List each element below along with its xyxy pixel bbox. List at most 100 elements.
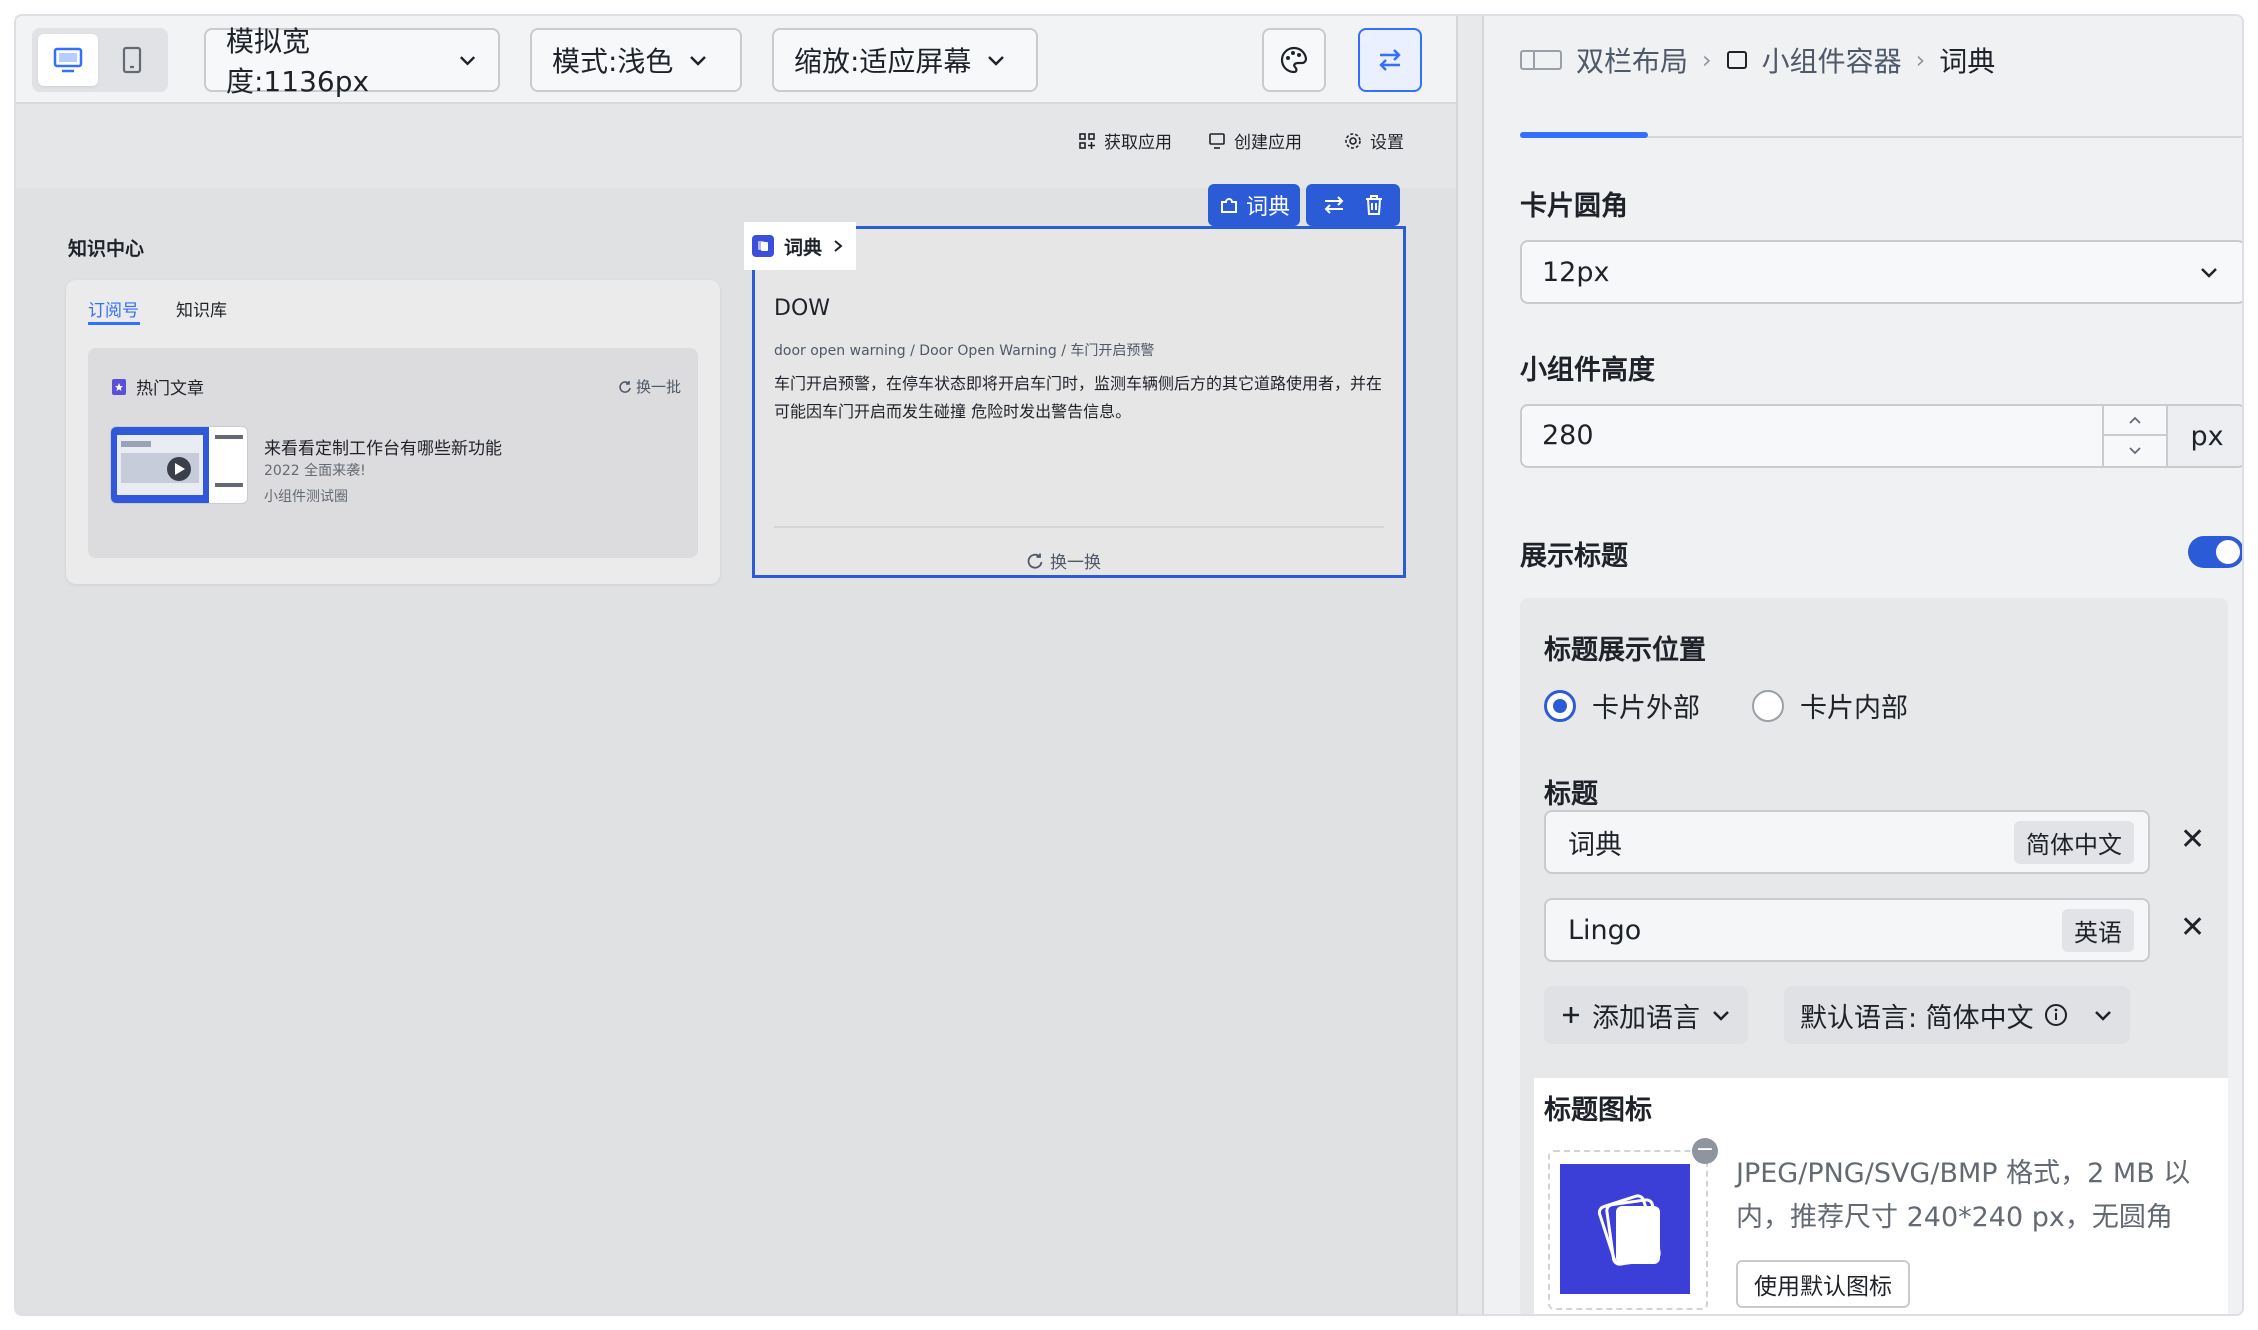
radio-inside-card[interactable]: 卡片内部 [1752,686,1908,725]
width-dropdown[interactable]: 模拟宽度:1136px [204,25,500,98]
corner-radius-value: 12px [1542,256,1610,288]
chevron-right-icon: › [1915,46,1926,74]
get-app-link[interactable]: 获取应用 [1078,128,1172,153]
language-tag-zh: 简体中文 [2014,820,2134,864]
close-icon[interactable]: ✕ [2180,910,2205,945]
increment-button[interactable] [2104,406,2166,436]
settings-link[interactable]: 设置 [1344,128,1404,153]
theme-button[interactable] [1262,28,1326,92]
chevron-right-icon: › [1702,46,1712,74]
properties-panel: 双栏布局 › 小组件容器 › 词典 卡片圆角 12px 小组件高度 280 px… [1484,16,2242,1314]
dictionary-icon [1560,1164,1690,1294]
corner-radius-label: 卡片圆角 [1520,191,1628,222]
editor-toolbar: 模拟宽度:1136px 模式:浅色 缩放:适应屏幕 [16,16,1456,104]
swap-panel-button[interactable] [1358,28,1422,92]
refresh-icon [1027,553,1043,569]
widget-height-input[interactable]: 280 px [1520,404,2242,468]
height-unit: px [2166,406,2242,466]
get-app-label: 获取应用 [1104,133,1172,153]
chevron-down-icon [2094,1011,2111,1021]
default-language-select[interactable]: 默认语言: 简体中文 [1784,986,2130,1044]
mobile-view-button[interactable] [102,34,162,86]
radio-selected-icon [1544,689,1576,722]
dictionary-tag-label: 词典 [784,236,823,259]
apps-icon [1079,132,1095,149]
radio-unselected-icon [1752,689,1784,722]
tab-knowledge-base[interactable]: 知识库 [176,296,227,321]
title-icon-label: 标题图标 [1544,1095,1652,1126]
chevron-down-icon [459,56,476,66]
info-icon[interactable] [2044,1003,2068,1027]
height-stepper [2102,406,2166,466]
article-title[interactable]: 来看看定制工作台有哪些新功能 [264,434,502,459]
width-dropdown-label: 模拟宽度:1136px [226,25,370,98]
desktop-view-button[interactable] [38,34,98,86]
title-label: 标题 [1544,779,1598,810]
default-language-label: 默认语言: 简体中文 [1800,1002,2034,1034]
article-subtitle: 2022 全面来袭! [264,463,366,479]
show-title-toggle[interactable] [2188,536,2242,568]
zoom-dropdown[interactable]: 缩放:适应屏幕 [772,28,1038,92]
add-language-label: 添加语言 [1592,1002,1700,1034]
panel-splitter[interactable] [1456,16,1484,1314]
dictionary-divider [774,526,1384,528]
title-zh-value[interactable]: 词典 [1568,823,1622,862]
remove-icon-button[interactable]: − [1692,1138,1718,1164]
dictionary-logo-icon [752,235,774,257]
desktop-icon [53,47,83,73]
tab-active-indicator [88,322,140,325]
settings-label: 设置 [1370,133,1404,153]
widget-height-value[interactable]: 280 [1542,420,1594,451]
widget-name-label: 词典 [1246,195,1291,220]
dictionary-expansion: door open warning / Door Open Warning / … [774,343,1155,359]
title-en-value[interactable]: Lingo [1568,915,1641,946]
use-default-icon-button[interactable]: 使用默认图标 [1736,1260,1910,1308]
corner-radius-select[interactable]: 12px [1520,240,2242,304]
title-input-en[interactable]: Lingo 英语 [1544,898,2150,962]
mode-dropdown[interactable]: 模式:浅色 [530,28,742,92]
dictionary-definition: 车门开启预警，在停车状态即将开启车门时，监测车辆侧后方的其它道路使用者，并在可能… [774,374,1383,421]
decrement-button[interactable] [2104,436,2166,466]
puzzle-icon [1221,198,1237,213]
hot-articles-title: 热门文章 [136,379,204,399]
chevron-right-icon [834,240,843,252]
widget-name-button[interactable]: 词典 [1208,184,1301,226]
breadcrumb: 双栏布局 › 小组件容器 › 词典 [1520,40,1995,80]
hot-refresh-button[interactable]: 换一批 [618,376,681,397]
create-app-link[interactable]: 创建应用 [1208,128,1302,153]
trash-icon[interactable] [1364,194,1384,216]
widget-container-icon [1726,51,1747,69]
add-language-button[interactable]: 添加语言 [1544,986,1748,1044]
breadcrumb-item-layout[interactable]: 双栏布局 [1576,40,1688,80]
dictionary-refresh-button[interactable]: 换一换 [1026,548,1101,573]
editor-area: 模拟宽度:1136px 模式:浅色 缩放:适应屏幕 获取应用 创建应用 设置 知… [16,16,1456,1314]
swap-icon[interactable] [1322,194,1346,216]
dictionary-widget-tag[interactable]: 词典 [744,222,856,270]
chevron-down-icon [2129,447,2141,455]
breadcrumb-item-current: 词典 [1939,45,1996,78]
plus-icon [1563,1007,1579,1023]
tab-subscriptions[interactable]: 订阅号 [88,296,139,321]
title-input-zh[interactable]: 词典 简体中文 [1544,810,2150,874]
chevron-down-icon [690,56,707,66]
use-default-icon-label: 使用默认图标 [1754,1274,1892,1300]
swap-icon [1379,49,1401,71]
close-icon[interactable]: ✕ [2180,822,2205,857]
widget-height-label: 小组件高度 [1520,355,1655,386]
breadcrumb-item-container[interactable]: 小组件容器 [1762,40,1902,80]
gear-icon [1345,132,1361,149]
dictionary-refresh-label: 换一换 [1050,553,1101,573]
title-position-label: 标题展示位置 [1544,635,1706,666]
mode-dropdown-label: 模式:浅色 [552,45,674,78]
radio-outside-label: 卡片外部 [1592,693,1700,724]
monitor-icon [1209,132,1225,149]
article-thumbnail[interactable] [110,426,248,504]
radio-outside-card[interactable]: 卡片外部 [1544,686,1700,725]
refresh-icon [619,380,631,393]
chevron-down-icon [988,56,1005,66]
create-app-label: 创建应用 [1234,133,1302,153]
knowledge-center-title: 知识中心 [68,238,145,260]
show-title-label: 展示标题 [1520,541,1628,572]
palette-icon [1280,46,1308,74]
icon-upload-hint: JPEG/PNG/SVG/BMP 格式，2 MB 以内，推荐尺寸 240*240… [1736,1158,2191,1233]
